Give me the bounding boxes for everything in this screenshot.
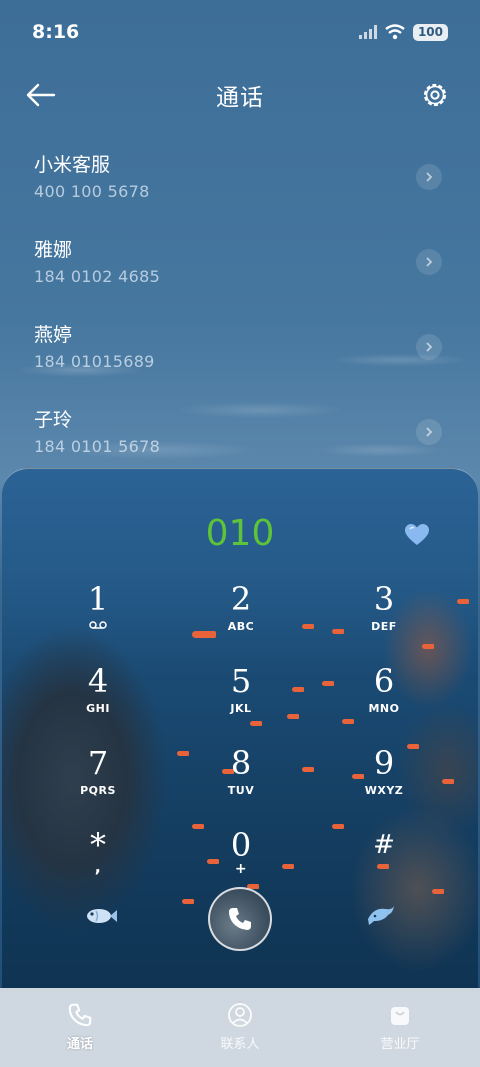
key-letters: TUV [227,784,255,797]
tab-label: 联系人 [220,1037,260,1052]
dolphin-icon[interactable] [366,903,396,927]
contact-phone: 184 01015689 [34,352,155,371]
heart-icon[interactable] [404,523,430,547]
key-letters: JKL [230,702,252,715]
key-letters: MNO [368,702,400,715]
list-item[interactable]: 雅娜 184 0102 4685 [0,225,480,310]
key-0[interactable]: 0 + [168,827,314,889]
back-arrow-icon[interactable] [24,80,58,110]
key-letters: GHI [86,702,110,715]
wifi-icon [385,24,405,40]
person-icon [228,1003,252,1027]
key-star[interactable]: * , [28,827,168,889]
contact-name: 小米客服 [34,154,111,176]
tab-contacts[interactable]: 联系人 [180,1002,300,1052]
chevron-right-icon[interactable] [416,164,442,190]
contact-suggestions-list: 小米客服 400 100 5678 雅娜 184 0102 4685 燕婷 18… [0,140,480,480]
key-digit: 3 [373,580,395,618]
key-digit: 7 [87,744,109,782]
phone-icon [229,908,251,930]
contact-phone: 184 0102 4685 [34,267,161,286]
dialer-actions [2,887,478,977]
list-item[interactable]: 燕婷 184 01015689 [0,310,480,395]
key-letters: PQRS [80,784,116,797]
page-title: 通话 [216,85,264,111]
key-4[interactable]: 4 GHI [28,663,168,725]
tab-label: 营业厅 [380,1037,420,1052]
contact-name: 雅娜 [34,239,73,261]
key-8[interactable]: 8 TUV [168,745,314,807]
key-letters: WXYZ [364,784,404,797]
store-bag-icon [391,1007,409,1025]
tab-label: 通话 [66,1037,93,1052]
chevron-right-icon[interactable] [416,419,442,445]
status-icons: 100 [358,23,448,41]
key-1[interactable]: 1 [28,581,168,643]
key-letters: DEF [371,620,397,633]
key-digit: 2 [230,580,252,618]
list-item[interactable]: 小米客服 400 100 5678 [0,140,480,225]
dialer-panel: 010 1 2 ABC 3 DEF 4 GHI 5 JKL 6 MNO 7 PQ… [2,468,478,993]
chevron-right-icon[interactable] [416,249,442,275]
key-6[interactable]: 6 MNO [314,663,454,725]
key-letters: , [94,857,102,876]
key-digit: 6 [373,662,395,700]
status-time: 8:16 [32,21,80,43]
key-digit: 5 [230,662,252,700]
contact-phone: 184 0101 5678 [34,437,161,456]
keypad: 1 2 ABC 3 DEF 4 GHI 5 JKL 6 MNO 7 PQRS 8… [2,581,478,889]
key-9[interactable]: 9 WXYZ [314,745,454,807]
contact-name: 燕婷 [34,324,73,346]
call-button[interactable] [208,887,272,951]
contact-phone: 400 100 5678 [34,182,150,201]
key-2[interactable]: 2 ABC [168,581,314,643]
contact-name: 子玲 [34,409,73,431]
key-digit: # [373,830,395,860]
gear-icon[interactable] [420,80,450,110]
key-digit: 8 [230,744,252,782]
fish-icon[interactable] [84,905,118,927]
app-header: 通话 [0,70,480,120]
key-digit: 4 [87,662,109,700]
battery-indicator: 100 [412,23,448,41]
key-letters: + [234,861,248,877]
key-digit: 1 [87,580,109,618]
voicemail-icon [89,621,107,629]
bottom-tab-bar: 通话 联系人 营业厅 [0,988,480,1067]
phone-icon [68,1003,92,1027]
key-digit: 9 [373,744,395,782]
signal-icon [358,25,377,39]
key-hash[interactable]: # [314,827,454,889]
tab-calls[interactable]: 通话 [20,1002,140,1052]
key-3[interactable]: 3 DEF [314,581,454,643]
chevron-right-icon[interactable] [416,334,442,360]
status-bar: 8:16 100 [0,0,480,64]
key-digit: 0 [230,826,252,864]
key-letters: ABC [227,620,255,633]
tab-service-hall[interactable]: 营业厅 [340,1002,460,1052]
key-7[interactable]: 7 PQRS [28,745,168,807]
key-5[interactable]: 5 JKL [168,663,314,725]
